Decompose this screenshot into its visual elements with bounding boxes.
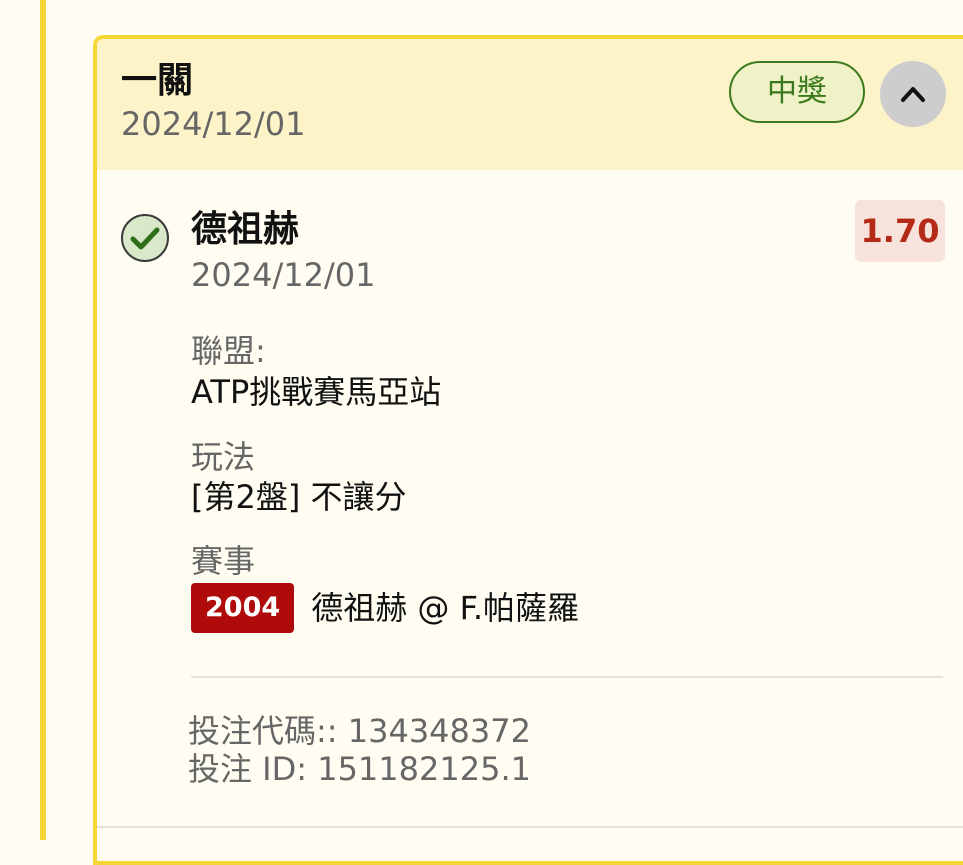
bet-type-label: 玩法 — [191, 438, 256, 476]
bet-id: 投注 ID: 151182125.1 — [188, 750, 531, 788]
chevron-up-icon — [901, 87, 925, 102]
bet-code: 投注代碼:: 134348372 — [188, 712, 531, 750]
check-circle-icon — [121, 214, 169, 262]
league-value: ATP挑戰賽馬亞站 — [191, 373, 442, 411]
event-row: 2004 德祖赫 @ F.帕薩羅 — [191, 583, 579, 635]
league-label: 聯盟: — [191, 332, 266, 370]
bet-card-header[interactable]: 一關 2024/12/01 中獎 — [97, 39, 963, 170]
odds-value: 1.70 — [855, 200, 945, 262]
left-accent-line — [40, 0, 46, 840]
bet-card: 一關 2024/12/01 中獎 德祖赫 2024/12/01 1.70 聯盟:… — [93, 35, 963, 865]
bet-date: 2024/12/01 — [121, 105, 306, 143]
status-badge: 中獎 — [729, 61, 865, 123]
bottom-divider — [97, 826, 963, 828]
event-label: 賽事 — [191, 542, 256, 580]
event-id-badge: 2004 — [191, 583, 295, 633]
collapse-button[interactable] — [880, 61, 946, 127]
divider — [191, 676, 943, 678]
selection-date: 2024/12/01 — [191, 256, 376, 294]
bet-type-title: 一關 — [121, 60, 194, 101]
bet-type-value: [第2盤] 不讓分 — [191, 478, 407, 516]
event-name: 德祖赫 @ F.帕薩羅 — [311, 589, 580, 627]
selection-name: 德祖赫 — [191, 209, 300, 250]
